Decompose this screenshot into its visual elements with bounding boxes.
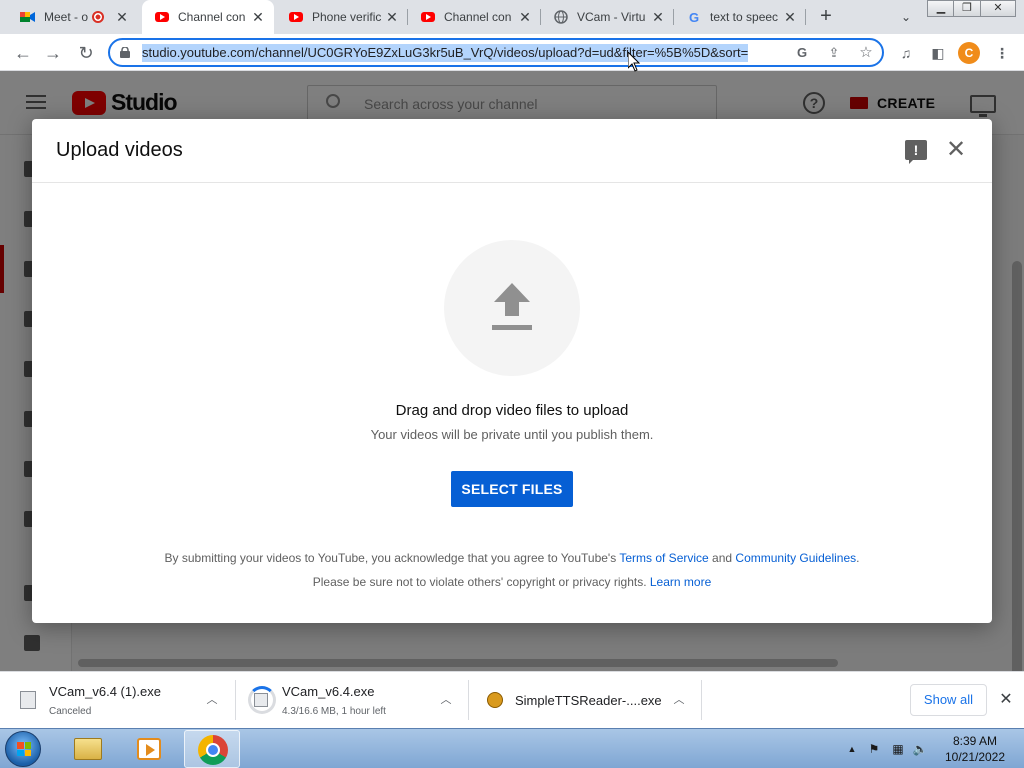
system-clock[interactable]: 8:39 AM 10/21/2022	[938, 733, 1012, 765]
clock-time: 8:39 AM	[952, 734, 998, 748]
side-panel-icon[interactable]: ◧	[927, 42, 949, 64]
google-meet-icon	[20, 9, 36, 25]
send-feedback-icon[interactable]: !	[905, 140, 927, 164]
terms-of-service-link[interactable]: Terms of Service	[619, 551, 708, 565]
taskbar-media-player[interactable]	[121, 730, 177, 768]
drag-drop-text: Drag and drop video files to upload	[395, 402, 629, 419]
legal-copyright-line: Please be sure not to violate others' co…	[32, 575, 992, 589]
action-center-icon[interactable]: ⚑	[866, 741, 882, 757]
close-tab-icon[interactable]: ✕	[650, 9, 666, 25]
reload-icon[interactable]: ↻	[74, 41, 98, 65]
tab-title: Meet - o	[44, 10, 89, 24]
close-tab-icon[interactable]: ✕	[250, 9, 266, 25]
close-tab-icon[interactable]: ✕	[782, 9, 798, 25]
google-icon: G	[688, 9, 700, 25]
exe-file-icon	[20, 691, 36, 709]
tab-title: text to speec	[710, 10, 779, 24]
upload-videos-dialog: Upload videos ! ✕ Drag and drop video fi…	[32, 119, 992, 623]
legal-text: By submitting your videos to YouTube, yo…	[164, 551, 620, 565]
minimize-window-button[interactable]: ▁	[927, 0, 955, 17]
windows-taskbar: ▲ ⚑ ▦ 🔈 8:39 AM 10/21/2022	[0, 728, 1024, 768]
media-player-icon	[137, 738, 161, 760]
volume-icon[interactable]: 🔈	[912, 741, 928, 757]
share-icon[interactable]: ⇪	[824, 43, 844, 63]
dialog-header: Upload videos ! ✕	[32, 119, 992, 183]
download-filename: VCam_v6.4.exe	[282, 684, 375, 699]
media-controls-icon[interactable]: ♫	[895, 42, 917, 64]
tab-strip: Meet - o ✕ Channel con ✕ Phone verific ✕…	[0, 0, 1024, 34]
google-translate-icon[interactable]: G	[792, 43, 812, 63]
network-icon[interactable]: ▦	[890, 741, 906, 757]
youtube-icon	[154, 9, 170, 25]
tts-reader-file-icon	[487, 692, 503, 708]
tab-phone-verification[interactable]: Phone verific ✕	[276, 0, 408, 34]
tab-meet[interactable]: Meet - o ✕	[8, 0, 138, 34]
tab-vcam[interactable]: VCam - Virtu ✕	[541, 0, 674, 34]
tab-title: Phone verific	[312, 10, 382, 24]
download-filename: VCam_v6.4 (1).exe	[49, 684, 161, 699]
download-status: Canceled	[49, 706, 92, 717]
close-window-button[interactable]: ✕	[980, 0, 1016, 17]
tab-text-to-speech[interactable]: G text to speec ✕	[674, 0, 806, 34]
download-filename: SimpleTTSReader-....exe	[515, 693, 662, 708]
download-item[interactable]: VCam_v6.4 (1).exe Canceled ︿	[0, 672, 236, 729]
close-tab-icon[interactable]: ✕	[384, 9, 400, 25]
legal-terms-line: By submitting your videos to YouTube, yo…	[32, 551, 992, 565]
youtube-icon	[288, 9, 304, 25]
browser-toolbar: ← → ↻ studio.youtube.com/channel/UC0GRYo…	[0, 34, 1024, 71]
tab-channel-content-active[interactable]: Channel con ✕	[142, 0, 274, 34]
tab-search-chevron-icon[interactable]: ⌄	[896, 7, 916, 27]
tab-title: Channel con	[178, 10, 246, 24]
lock-icon	[120, 47, 130, 58]
close-shelf-icon[interactable]: ✕	[996, 689, 1016, 711]
chrome-icon	[198, 735, 228, 765]
download-status: 4.3/16.6 MB, 1 hour left	[282, 706, 386, 717]
upload-arrow-icon	[492, 283, 532, 330]
url-text[interactable]: studio.youtube.com/channel/UC0GRYoE9ZxLu…	[142, 44, 749, 62]
legal-text: Please be sure not to violate others' co…	[312, 575, 650, 589]
show-hidden-icons-icon[interactable]: ▲	[844, 741, 860, 757]
mouse-cursor-icon	[628, 52, 640, 72]
private-notice: Your videos will be private until you pu…	[370, 427, 654, 442]
bookmark-star-icon[interactable]: ☆	[856, 43, 876, 63]
browser-menu-icon[interactable]: ⋮	[991, 42, 1013, 64]
windows-logo-icon	[17, 742, 31, 756]
recording-icon	[92, 11, 104, 23]
profile-avatar[interactable]: C	[958, 42, 980, 64]
address-bar[interactable]: studio.youtube.com/channel/UC0GRYoE9ZxLu…	[108, 38, 884, 67]
show-all-downloads-button[interactable]: Show all	[910, 684, 987, 716]
exe-file-icon	[254, 693, 268, 707]
forward-arrow-icon[interactable]: →	[41, 41, 65, 65]
close-tab-icon[interactable]: ✕	[517, 9, 533, 25]
tab-title: Channel con	[444, 10, 512, 24]
download-item[interactable]: VCam_v6.4.exe 4.3/16.6 MB, 1 hour left ︿	[236, 672, 469, 729]
download-shelf: VCam_v6.4 (1).exe Canceled ︿ VCam_v6.4.e…	[0, 671, 1024, 728]
chevron-up-icon[interactable]: ︿	[438, 692, 454, 708]
start-button[interactable]	[5, 731, 41, 767]
youtube-icon	[420, 9, 436, 25]
taskbar-file-explorer[interactable]	[60, 730, 116, 768]
folder-icon	[74, 738, 102, 760]
restore-window-button[interactable]: ❐	[953, 0, 981, 17]
close-tab-icon[interactable]: ✕	[114, 9, 130, 25]
community-guidelines-link[interactable]: Community Guidelines	[735, 551, 856, 565]
select-files-button[interactable]: SELECT FILES	[451, 471, 573, 507]
download-item[interactable]: SimpleTTSReader-....exe ︿	[469, 672, 702, 729]
back-arrow-icon[interactable]: ←	[11, 41, 35, 65]
taskbar-chrome[interactable]	[184, 730, 240, 768]
legal-text: and	[708, 551, 736, 565]
new-tab-button[interactable]: +	[814, 5, 838, 29]
clock-date: 10/21/2022	[944, 750, 1006, 764]
close-dialog-icon[interactable]: ✕	[944, 136, 968, 164]
learn-more-link[interactable]: Learn more	[650, 575, 711, 589]
chevron-up-icon[interactable]: ︿	[204, 692, 220, 708]
legal-text: .	[856, 551, 860, 565]
globe-icon	[553, 9, 569, 25]
chevron-up-icon[interactable]: ︿	[671, 692, 687, 708]
tab-title: VCam - Virtu	[577, 10, 646, 24]
tab-channel-content[interactable]: Channel con ✕	[408, 0, 541, 34]
dialog-title: Upload videos	[56, 139, 183, 161]
